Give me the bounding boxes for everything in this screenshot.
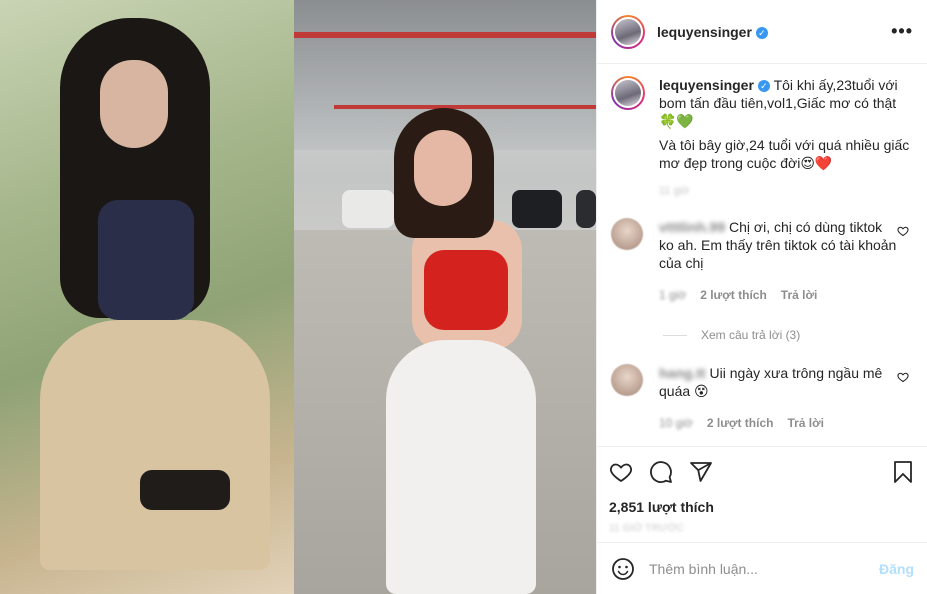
photo-detail [424, 250, 508, 330]
heart-icon[interactable] [609, 460, 633, 484]
comment-icon[interactable] [649, 460, 673, 484]
emoji-icon[interactable] [611, 557, 635, 581]
comment-username[interactable]: hang.tt [659, 365, 706, 381]
post-side-panel: lequyensinger ✓ ••• lequyensinger ✓ Tôi kh… [596, 0, 927, 594]
post-header: lequyensinger ✓ ••• [597, 0, 927, 64]
comment-username[interactable]: vtttlinh.99 [659, 219, 725, 235]
share-icon[interactable] [689, 460, 713, 484]
avatar[interactable] [611, 76, 645, 110]
photo-detail [386, 340, 536, 594]
post-comment-button[interactable]: Đăng [879, 561, 914, 577]
avatar[interactable] [611, 364, 643, 396]
photo-detail [140, 470, 230, 510]
photo-detail [334, 105, 596, 109]
post-time: 11 GIỜ TRƯỚC [609, 523, 684, 534]
verified-badge-icon: ✓ [755, 26, 768, 39]
post-image[interactable] [0, 0, 596, 594]
bookmark-icon[interactable] [891, 460, 915, 484]
comment-heart-icon[interactable] [897, 224, 909, 242]
photo-left-vintage [0, 0, 294, 594]
caption-text-line2: Và tôi bây giờ,24 tuổi với quá nhiều giấ… [659, 137, 910, 171]
photo-detail [98, 200, 194, 320]
verified-badge-icon: ✓ [757, 80, 770, 93]
comment-heart-icon[interactable] [897, 370, 909, 388]
photo-detail [40, 320, 270, 570]
photo-detail [294, 32, 596, 38]
comment-likes-link[interactable]: 2 lượt thích [700, 286, 767, 304]
comment-time: 10 giờ [659, 416, 693, 430]
add-comment-bar: Đăng [597, 542, 927, 594]
avatar[interactable] [611, 14, 645, 49]
caption-username[interactable]: lequyensinger [659, 77, 754, 93]
view-replies-button[interactable]: Xem câu trả lời (3) [663, 328, 913, 342]
comment-item: hang.tt Uii ngày xưa trông ngầu mê quáa … [611, 364, 913, 432]
comment-input[interactable] [649, 560, 879, 577]
comments-list[interactable]: lequyensinger ✓ Tôi khi ấy,23tuổi với bom… [597, 64, 927, 446]
comment-time: 1 giờ [659, 288, 687, 302]
reply-button[interactable]: Trả lời [781, 286, 818, 304]
comment-item: vtttlinh.99 Chị ơi, chị có dùng tiktok k… [611, 218, 913, 304]
more-options-button[interactable]: ••• [891, 21, 913, 42]
username-link[interactable]: lequyensinger ✓ [657, 24, 768, 40]
reply-button[interactable]: Trả lời [787, 414, 824, 432]
comment-likes-link[interactable]: 2 lượt thích [707, 414, 774, 432]
photo-right-garage [294, 0, 596, 594]
divider [663, 334, 687, 336]
caption-time: 11 giờ [659, 185, 690, 197]
photo-detail [342, 190, 394, 228]
photo-detail [414, 130, 472, 206]
avatar[interactable] [611, 218, 643, 250]
view-replies-label: Xem câu trả lời (3) [701, 328, 801, 342]
caption: lequyensinger ✓ Tôi khi ấy,23tuổi với bom… [611, 76, 913, 200]
photo-detail [512, 190, 562, 228]
photo-detail [100, 60, 168, 148]
photo-detail [576, 190, 596, 228]
likes-count[interactable]: 2,851 lượt thích [609, 499, 915, 515]
